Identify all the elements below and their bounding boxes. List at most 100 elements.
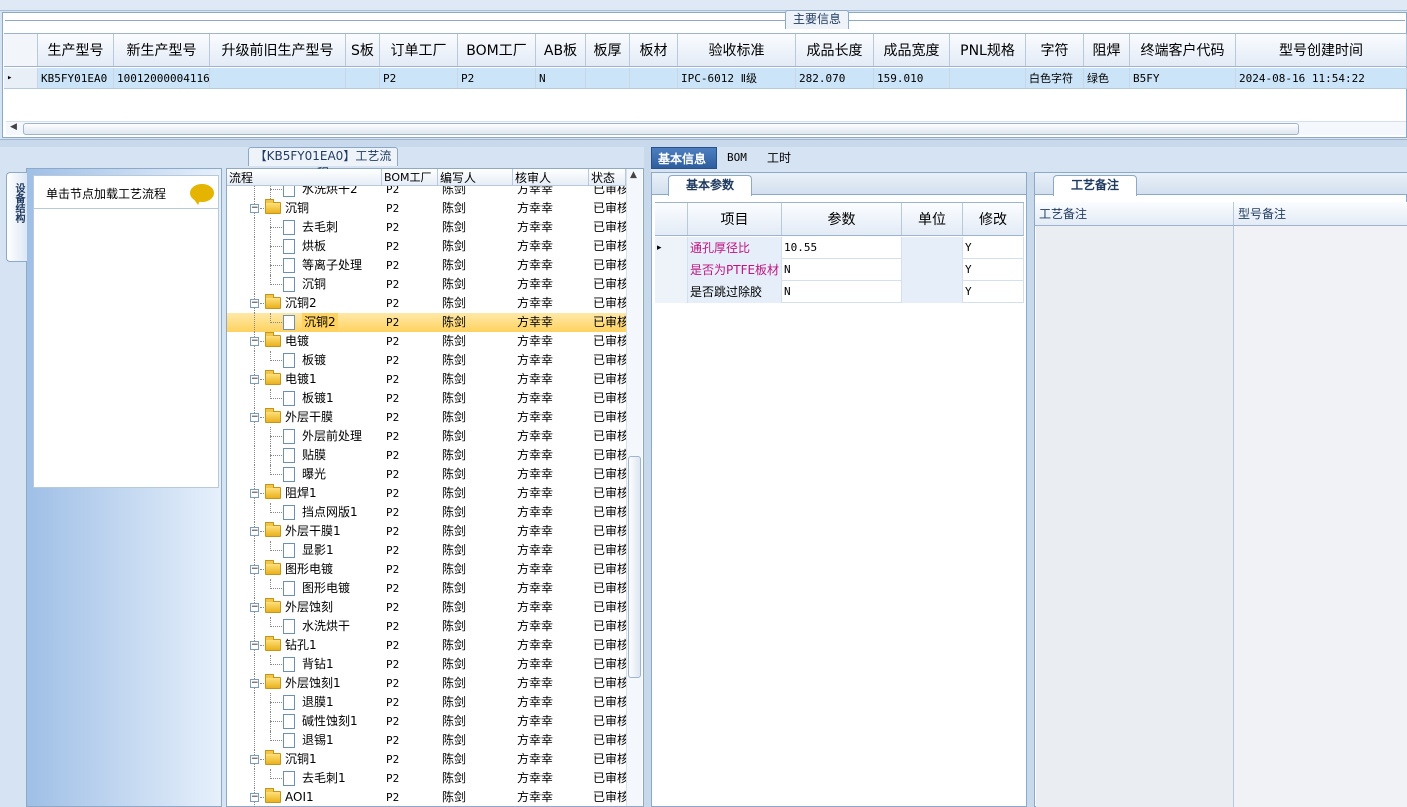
row-indicator-icon[interactable]: ▸ xyxy=(655,237,688,259)
tree-node[interactable]: − 图形电镀 xyxy=(227,560,382,579)
params-column-header[interactable]: 参数 xyxy=(782,203,902,235)
grid-cell[interactable]: P2 xyxy=(458,68,536,88)
grid-cell[interactable]: 2024-08-16 11:54:22 xyxy=(1236,68,1407,88)
tree-node[interactable]: 贴膜 xyxy=(227,446,382,465)
flow-group-row[interactable]: − 外层蚀刻1 P2 陈剑 方幸幸 已审核 xyxy=(227,674,626,693)
tree-node[interactable]: 水洗烘干2 xyxy=(227,186,382,199)
tree-node[interactable]: − 阻焊1 xyxy=(227,484,382,503)
collapse-icon[interactable]: − xyxy=(250,755,259,764)
scroll-left-arrow-icon[interactable]: ◀ xyxy=(10,122,17,132)
grid-cell[interactable] xyxy=(210,68,346,88)
flow-step-row[interactable]: 挡点网版1 P2 陈剑 方幸幸 已审核 xyxy=(227,503,626,522)
tree-node[interactable]: − 沉铜 xyxy=(227,199,382,218)
vertical-splitter[interactable] xyxy=(644,147,651,807)
param-unit-cell[interactable] xyxy=(902,237,963,259)
row-indicator-icon[interactable] xyxy=(655,281,688,303)
column-header[interactable]: 终端客户代码 xyxy=(1130,34,1236,66)
flow-step-row[interactable]: 曝光 P2 陈剑 方幸幸 已审核 xyxy=(227,465,626,484)
process-flow-tree[interactable]: 水洗烘干2 P2 陈剑 方幸幸 已审核 − 沉铜 P2 陈剑 方幸幸 已审核 去毛刺 P2 陈剑 方幸幸 已审… xyxy=(227,186,626,807)
tree-node[interactable]: 去毛刺 xyxy=(227,218,382,237)
flow-group-row[interactable]: − 沉铜2 P2 陈剑 方幸幸 已审核 xyxy=(227,294,626,313)
flow-group-row[interactable]: − 电镀1 P2 陈剑 方幸幸 已审核 xyxy=(227,370,626,389)
tree-node[interactable]: − 外层干膜1 xyxy=(227,522,382,541)
collapse-icon[interactable]: − xyxy=(250,299,259,308)
flow-step-row[interactable]: 背钻1 P2 陈剑 方幸幸 已审核 xyxy=(227,655,626,674)
flow-group-row[interactable]: − 沉铜1 P2 陈剑 方幸幸 已审核 xyxy=(227,750,626,769)
column-header[interactable]: 阻焊 xyxy=(1084,34,1130,66)
scrollbar-thumb[interactable] xyxy=(23,123,1299,135)
tab-bom[interactable]: BOM xyxy=(721,147,753,169)
collapse-icon[interactable]: − xyxy=(250,565,259,574)
row-selector-header[interactable] xyxy=(655,203,688,235)
tree-node[interactable]: 板镀1 xyxy=(227,389,382,408)
tree-node[interactable]: − 沉铜2 xyxy=(227,294,382,313)
collapse-icon[interactable]: − xyxy=(250,375,259,384)
main-grid-row[interactable]: ▸ KB5FY01EA0 10012000004116 P2 P2 N IPC-6012 Ⅱ… xyxy=(4,68,1407,89)
model-notes-field[interactable] xyxy=(1234,226,1407,807)
param-edit-cell[interactable]: Y xyxy=(963,281,1024,303)
collapse-icon[interactable]: − xyxy=(250,793,259,802)
param-edit-cell[interactable]: Y xyxy=(963,259,1024,281)
tree-node[interactable]: 水洗烘干 xyxy=(227,617,382,636)
flow-step-row[interactable]: 沉铜2 P2 陈剑 方幸幸 已审核 xyxy=(227,313,626,332)
flow-group-row[interactable]: − 外层蚀刻 P2 陈剑 方幸幸 已审核 xyxy=(227,598,626,617)
flow-group-row[interactable]: − 外层干膜 P2 陈剑 方幸幸 已审核 xyxy=(227,408,626,427)
flow-column-header[interactable]: 编写人 xyxy=(438,169,513,185)
param-param-cell[interactable]: N xyxy=(782,281,902,303)
column-header[interactable]: 验收标准 xyxy=(678,34,796,66)
vertical-splitter[interactable] xyxy=(1027,172,1034,807)
tree-node[interactable]: 等离子处理 xyxy=(227,256,382,275)
tree-node[interactable]: − 电镀 xyxy=(227,332,382,351)
tree-node[interactable]: − 钻孔1 xyxy=(227,636,382,655)
param-row[interactable]: ▸ 通孔厚径比 10.55 Y xyxy=(655,237,1024,259)
equipment-structure-tab[interactable]: 设备结构 xyxy=(6,172,27,262)
grid-cell[interactable]: 159.010 xyxy=(874,68,950,88)
grid-cell[interactable]: KB5FY01EA0 xyxy=(38,68,114,88)
tree-node[interactable]: 图形电镀 xyxy=(227,579,382,598)
flow-step-row[interactable]: 去毛刺 P2 陈剑 方幸幸 已审核 xyxy=(227,218,626,237)
row-indicator-icon[interactable]: ▸ xyxy=(4,68,38,88)
params-column-header[interactable]: 项目 xyxy=(688,203,782,235)
flow-step-row[interactable]: 退膜1 P2 陈剑 方幸幸 已审核 xyxy=(227,693,626,712)
tab-work-hours[interactable]: 工时 xyxy=(761,147,797,169)
tree-node[interactable]: 去毛刺1 xyxy=(227,769,382,788)
column-header[interactable]: 生产型号 xyxy=(38,34,114,66)
params-column-header[interactable]: 单位 xyxy=(902,203,963,235)
params-column-header[interactable]: 修改 xyxy=(963,203,1024,235)
param-row[interactable]: 是否为PTFE板材 N Y xyxy=(655,259,1024,281)
collapse-icon[interactable]: − xyxy=(250,337,259,346)
column-header[interactable]: S板 xyxy=(346,34,380,66)
param-param-cell[interactable]: N xyxy=(782,259,902,281)
tree-node[interactable]: − 外层蚀刻 xyxy=(227,598,382,617)
column-header[interactable]: 板材 xyxy=(630,34,678,66)
tree-node[interactable]: 碱性蚀刻1 xyxy=(227,712,382,731)
flow-group-row[interactable]: − 图形电镀 P2 陈剑 方幸幸 已审核 xyxy=(227,560,626,579)
process-flow-vertical-scrollbar[interactable]: ▲ xyxy=(626,169,642,806)
flow-group-row[interactable]: − 电镀 P2 陈剑 方幸幸 已审核 xyxy=(227,332,626,351)
scroll-up-arrow-icon[interactable]: ▲ xyxy=(630,170,637,180)
flow-step-row[interactable]: 沉铜 P2 陈剑 方幸幸 已审核 xyxy=(227,275,626,294)
flow-group-row[interactable]: − 沉铜 P2 陈剑 方幸幸 已审核 xyxy=(227,199,626,218)
flow-step-row[interactable]: 退锡1 P2 陈剑 方幸幸 已审核 xyxy=(227,731,626,750)
column-header[interactable]: AB板 xyxy=(536,34,586,66)
grid-cell[interactable] xyxy=(630,68,678,88)
flow-group-row[interactable]: − 阻焊1 P2 陈剑 方幸幸 已审核 xyxy=(227,484,626,503)
tree-node[interactable]: 外层前处理 xyxy=(227,427,382,446)
grid-cell[interactable]: 282.070 xyxy=(796,68,874,88)
flow-column-header[interactable]: 核审人 xyxy=(513,169,589,185)
grid-cell[interactable]: N xyxy=(536,68,586,88)
scrollbar-thumb[interactable] xyxy=(628,456,641,678)
flow-step-row[interactable]: 外层前处理 P2 陈剑 方幸幸 已审核 xyxy=(227,427,626,446)
collapse-icon[interactable]: − xyxy=(250,641,259,650)
column-header[interactable]: 型号创建时间 xyxy=(1236,34,1407,66)
flow-step-row[interactable]: 显影1 P2 陈剑 方幸幸 已审核 xyxy=(227,541,626,560)
flow-step-row[interactable]: 烘板 P2 陈剑 方幸幸 已审核 xyxy=(227,237,626,256)
grid-cell[interactable]: 白色字符 xyxy=(1026,68,1084,88)
grid-cell[interactable]: 绿色 xyxy=(1084,68,1130,88)
tree-node[interactable]: 曝光 xyxy=(227,465,382,484)
flow-step-row[interactable]: 等离子处理 P2 陈剑 方幸幸 已审核 xyxy=(227,256,626,275)
tree-node[interactable]: 显影1 xyxy=(227,541,382,560)
grid-cell[interactable] xyxy=(950,68,1026,88)
flow-group-row[interactable]: − AOI1 P2 陈剑 方幸幸 已审核 xyxy=(227,788,626,807)
grid-cell[interactable]: 10012000004116 xyxy=(114,68,210,88)
